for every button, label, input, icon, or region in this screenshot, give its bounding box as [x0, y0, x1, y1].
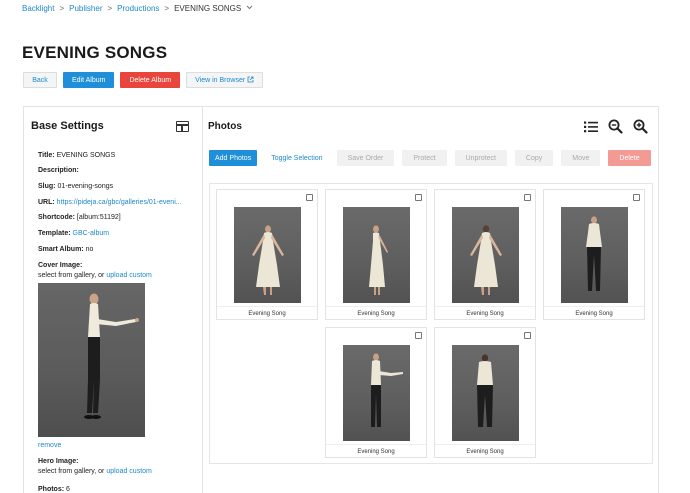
photos-view-tools: [584, 119, 648, 139]
zoom-in-icon[interactable]: [633, 119, 648, 139]
base-settings-heading: Base Settings: [31, 120, 104, 132]
cover-image-field: Cover Image:: [38, 261, 82, 270]
photo-caption: Evening Song: [326, 306, 426, 320]
photos-count-field: Photos: 6: [38, 485, 70, 493]
smart-album-value: no: [85, 246, 94, 253]
breadcrumb-separator: >: [107, 4, 113, 13]
cover-upload-link[interactable]: upload custom: [106, 272, 152, 279]
view-in-browser-label: View in Browser: [195, 76, 246, 84]
slug-label: Slug:: [38, 183, 56, 190]
photo-thumbnail[interactable]: [343, 345, 410, 441]
chevron-down-icon[interactable]: [246, 5, 253, 12]
toggle-selection-button[interactable]: Toggle Selection: [265, 150, 329, 166]
zoom-out-icon[interactable]: [608, 119, 623, 139]
photo-thumbnail[interactable]: [452, 345, 519, 441]
photo-select-checkbox[interactable]: [524, 194, 531, 201]
photos-heading: Photos: [208, 121, 242, 132]
template-link[interactable]: GBC-album: [73, 230, 110, 237]
shortcode-label: Shortcode:: [38, 214, 75, 221]
delete-photos-button[interactable]: Delete: [608, 150, 651, 166]
url-label: URL:: [38, 199, 55, 206]
layout-toggle-icon[interactable]: [176, 121, 189, 132]
cover-image[interactable]: [38, 283, 145, 437]
remove-cover-link[interactable]: remove: [38, 442, 61, 449]
copy-button[interactable]: Copy: [514, 150, 554, 166]
breadcrumb-publisher[interactable]: Publisher: [69, 4, 102, 13]
photo-caption: Evening Song: [326, 444, 426, 458]
breadcrumb-separator: >: [164, 4, 170, 13]
breadcrumb-backlight[interactable]: Backlight: [22, 4, 54, 13]
photos-toolbar: Add Photos Toggle Selection Save Order P…: [209, 150, 651, 166]
breadcrumb: Backlight > Publisher > Productions > EV…: [22, 4, 253, 13]
photo-select-checkbox[interactable]: [524, 332, 531, 339]
cover-image-label: Cover Image:: [38, 262, 83, 269]
cover-image-hint: select from gallery, or upload custom: [38, 271, 152, 280]
hero-image-field: Hero Image:: [38, 457, 78, 466]
hero-image-label: Hero Image:: [38, 458, 79, 465]
description-label: Description:: [38, 167, 79, 174]
photo-card[interactable]: Evening Song: [216, 189, 318, 320]
delete-album-button[interactable]: Delete Album: [120, 72, 181, 88]
protect-button[interactable]: Protect: [402, 150, 447, 166]
edit-album-button[interactable]: Edit Album: [63, 72, 115, 88]
photo-grid: Evening Song Evening Song Evening Song E…: [209, 183, 653, 464]
title-field: Title: EVENING SONGS: [38, 151, 115, 160]
photo-card[interactable]: Evening Song: [434, 189, 536, 320]
photo-select-checkbox[interactable]: [306, 194, 313, 201]
move-button[interactable]: Move: [561, 150, 601, 166]
template-field: Template: GBC-album: [38, 229, 109, 238]
photo-card[interactable]: Evening Song: [434, 327, 536, 458]
url-field: URL: https://pideja.ca/gbc/galleries/01-…: [38, 198, 182, 207]
template-label: Template:: [38, 230, 71, 237]
cover-hint-text: select from gallery, or: [38, 272, 105, 279]
view-in-browser-button[interactable]: View in Browser: [186, 72, 264, 88]
save-order-button[interactable]: Save Order: [336, 150, 395, 166]
album-actions: Back Edit Album Delete Album View in Bro…: [23, 72, 264, 88]
photo-card[interactable]: Evening Song: [325, 189, 427, 320]
shortcode-field: Shortcode: [album:51192]: [38, 213, 121, 222]
photo-select-checkbox[interactable]: [633, 194, 640, 201]
shortcode-value: [album:51192]: [76, 214, 121, 221]
hero-upload-link[interactable]: upload custom: [106, 468, 152, 475]
photos-panel: Photos Add Photos Toggle Selection Save …: [202, 106, 659, 493]
photo-select-checkbox[interactable]: [415, 332, 422, 339]
photo-caption: Evening Song: [435, 444, 535, 458]
photo-thumbnail[interactable]: [561, 207, 628, 303]
photo-caption: Evening Song: [544, 306, 644, 320]
photo-thumbnail[interactable]: [452, 207, 519, 303]
url-link[interactable]: https://pideja.ca/gbc/galleries/01-eveni…: [57, 199, 182, 206]
back-button[interactable]: Back: [23, 72, 57, 88]
slug-field: Slug: 01-evening-songs: [38, 182, 113, 191]
hero-image-hint: select from gallery, or upload custom: [38, 467, 152, 476]
page-title: EVENING SONGS: [22, 43, 168, 62]
base-settings-panel: Base Settings Title: EVENING SONGS Descr…: [23, 106, 203, 493]
photo-thumbnail[interactable]: [343, 207, 410, 303]
list-icon[interactable]: [584, 120, 598, 138]
title-value: EVENING SONGS: [56, 152, 116, 159]
external-link-icon: [247, 76, 254, 85]
title-label: Title:: [38, 152, 55, 159]
photo-caption: Evening Song: [435, 306, 535, 320]
description-field: Description:: [38, 166, 79, 175]
add-photos-button[interactable]: Add Photos: [209, 150, 258, 166]
breadcrumb-separator: >: [59, 4, 65, 13]
slug-value: 01-evening-songs: [57, 183, 114, 190]
breadcrumb-productions[interactable]: Productions: [117, 4, 159, 13]
photos-count-value: 6: [66, 486, 70, 493]
photos-count-label: Photos:: [38, 486, 65, 493]
smart-album-label: Smart Album:: [38, 246, 84, 253]
photo-thumbnail[interactable]: [234, 207, 301, 303]
photo-card[interactable]: Evening Song: [543, 189, 645, 320]
photo-card[interactable]: Evening Song: [325, 327, 427, 458]
smart-album-field: Smart Album: no: [38, 245, 93, 254]
photo-caption: Evening Song: [217, 306, 317, 320]
photo-select-checkbox[interactable]: [415, 194, 422, 201]
remove-field: remove: [38, 441, 61, 450]
breadcrumb-current: EVENING SONGS: [174, 4, 242, 13]
unprotect-button[interactable]: Unprotect: [454, 150, 507, 166]
hero-hint-text: select from gallery, or: [38, 468, 105, 475]
